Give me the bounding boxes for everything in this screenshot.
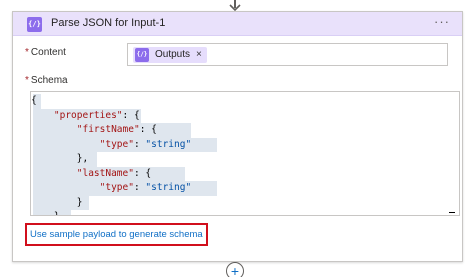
highlight-box: Use sample payload to generate schema xyxy=(25,223,208,246)
code-line: "type": "string" xyxy=(31,137,441,152)
more-options-icon[interactable]: ··· xyxy=(434,14,450,29)
schema-code: { "properties": { "firstName": { "type":… xyxy=(31,94,441,215)
schema-label: * Schema xyxy=(25,75,68,86)
text-cursor xyxy=(449,212,455,213)
schema-editor[interactable]: { "properties": { "firstName": { "type":… xyxy=(30,91,460,216)
parse-json-action-card: {/} Parse JSON for Input-1 ··· * Content … xyxy=(12,11,463,262)
token-label: Outputs xyxy=(155,49,191,60)
content-input[interactable]: {/} Outputs × xyxy=(127,43,448,66)
content-label: * Content xyxy=(25,47,66,58)
code-line: "type": "string" xyxy=(31,181,441,196)
action-title[interactable]: Parse JSON for Input-1 xyxy=(51,16,165,31)
code-line: "firstName": { xyxy=(31,123,441,138)
required-marker: * xyxy=(25,75,29,86)
data-operation-icon: {/} xyxy=(27,17,42,32)
remove-token-icon[interactable]: × xyxy=(196,48,202,61)
code-line: } xyxy=(31,195,441,210)
dynamic-content-token[interactable]: {/} Outputs × xyxy=(133,47,207,63)
code-line: "properties": { xyxy=(31,108,441,123)
action-header[interactable]: {/} Parse JSON for Input-1 ··· xyxy=(13,12,462,36)
code-line: }, xyxy=(31,152,441,167)
add-step-button[interactable]: + xyxy=(226,262,244,277)
code-line: { xyxy=(31,94,441,109)
token-icon: {/} xyxy=(135,48,149,62)
required-marker: * xyxy=(25,47,29,58)
generate-schema-link[interactable]: Use sample payload to generate schema xyxy=(30,229,203,241)
code-line: }, xyxy=(31,210,441,215)
code-line: "lastName": { xyxy=(31,166,441,181)
